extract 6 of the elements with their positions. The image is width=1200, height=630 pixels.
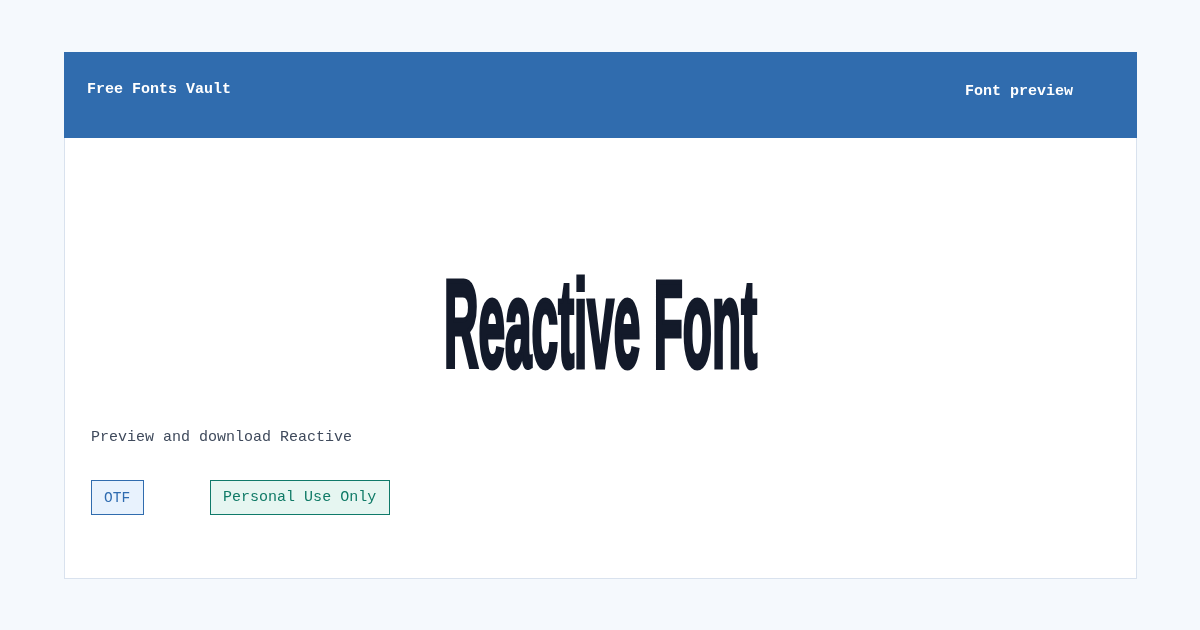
font-sample-text: Reactive Font <box>443 260 758 388</box>
brand-name: Free Fonts Vault <box>87 81 232 99</box>
description-text: Preview and download Reactive <box>91 429 353 447</box>
page-label: Font preview <box>964 83 1073 101</box>
license-tag: Personal Use Only <box>210 480 391 515</box>
format-tag: OTF <box>91 480 145 515</box>
